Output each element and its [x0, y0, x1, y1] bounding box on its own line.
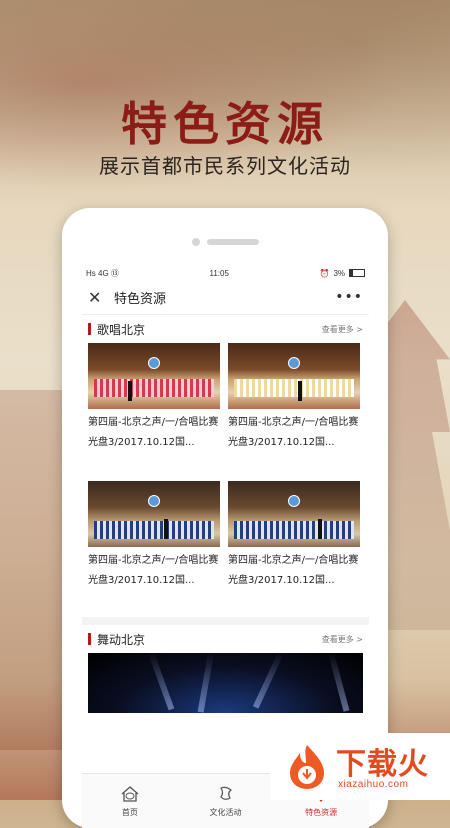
choir-image [234, 521, 354, 539]
battery-level: 3% [333, 268, 345, 278]
more-options-icon[interactable]: ••• [335, 289, 363, 305]
video-card[interactable]: 第四届-北京之声/一/合唱比赛 光盘3/2017.10.12国... [88, 343, 220, 455]
close-icon[interactable]: ✕ [88, 288, 108, 307]
choir-image [94, 379, 214, 397]
choir-image [234, 379, 354, 397]
conductor-image [164, 519, 168, 539]
hero-subtitle: 展示首都市民系列文化活动 [99, 154, 351, 178]
conductor-image [128, 381, 132, 401]
dance-video-thumbnail[interactable] [88, 653, 363, 713]
status-right: ⏰ 3% [319, 269, 365, 278]
tab-home[interactable]: 首页 [82, 774, 178, 828]
view-more-link[interactable]: 查看更多 > [322, 634, 363, 645]
video-caption: 第四届-北京之声/一/合唱比赛 光盘3/2017.10.12国... [88, 555, 219, 586]
tab-label: 首页 [121, 807, 138, 817]
battery-icon [349, 269, 365, 277]
conductor-image [298, 381, 302, 401]
phone-speaker [207, 239, 259, 245]
stage-light-beam [148, 653, 175, 711]
tab-culture-activity[interactable]: 文化活动 [178, 774, 274, 828]
status-signal: Hs 4G ⑬ [86, 268, 119, 278]
stage-light-beam [328, 653, 350, 712]
section-header-dancing: 舞动北京 查看更多 > [82, 625, 369, 653]
flame-logo-icon [290, 745, 324, 789]
stage-emblem [148, 495, 160, 507]
phone-camera [192, 238, 200, 246]
video-grid: 第四届-北京之声/一/合唱比赛 光盘3/2017.10.12国... 第四届-北… [82, 343, 369, 455]
hero-title: 特色资源 [121, 97, 329, 151]
section-accent-bar [88, 323, 91, 335]
stage-light-beam [197, 653, 214, 713]
video-caption: 第四届-北京之声/一/合唱比赛 光盘3/2017.10.12国... [228, 417, 359, 448]
video-caption: 第四届-北京之声/一/合唱比赛 光盘3/2017.10.12国... [228, 555, 359, 586]
video-thumbnail[interactable] [228, 481, 360, 547]
section-title: 歌唱北京 [88, 321, 145, 338]
video-thumbnail[interactable] [88, 481, 220, 547]
view-more-link[interactable]: 查看更多 > [322, 324, 363, 335]
conductor-image [318, 519, 322, 539]
stage-emblem [288, 357, 300, 369]
section-divider [82, 617, 369, 625]
video-caption: 第四届-北京之声/一/合唱比赛 光盘3/2017.10.12国... [88, 417, 219, 448]
tab-label: 文化活动 [209, 807, 242, 817]
status-bar: Hs 4G ⑬ 11:05 ⏰ 3% [82, 266, 369, 280]
video-thumbnail[interactable] [228, 343, 360, 409]
watermark-url: xiazaihuo.com [338, 779, 409, 790]
video-card[interactable]: 第四届-北京之声/一/合唱比赛 光盘3/2017.10.12国... [228, 481, 360, 593]
watermark-text: 下载火 [336, 747, 429, 782]
video-card[interactable]: 第四届-北京之声/一/合唱比赛 光盘3/2017.10.12国... [88, 481, 220, 593]
section-accent-bar [88, 633, 91, 645]
section-title-text: 歌唱北京 [97, 322, 146, 337]
nav-title: 特色资源 [114, 291, 167, 307]
nav-bar: ✕ 特色资源 ••• [82, 280, 369, 315]
choir-image [94, 521, 214, 539]
video-thumbnail[interactable] [88, 343, 220, 409]
watermark-badge: 下载火 xiazaihuo.com [270, 733, 450, 800]
section-header-singing: 歌唱北京 查看更多 > [82, 315, 369, 343]
stage-light-beam [252, 653, 284, 709]
section-title-text: 舞动北京 [97, 632, 146, 647]
video-grid: 第四届-北京之声/一/合唱比赛 光盘3/2017.10.12国... 第四届-北… [82, 481, 369, 593]
stage-emblem [148, 357, 160, 369]
tab-label: 特色资源 [305, 807, 338, 817]
status-time: 11:05 [209, 268, 229, 278]
stage-emblem [288, 495, 300, 507]
video-card[interactable]: 第四届-北京之声/一/合唱比赛 光盘3/2017.10.12国... [228, 343, 360, 455]
alarm-icon: ⏰ [319, 268, 330, 278]
section-title: 舞动北京 [88, 631, 145, 648]
